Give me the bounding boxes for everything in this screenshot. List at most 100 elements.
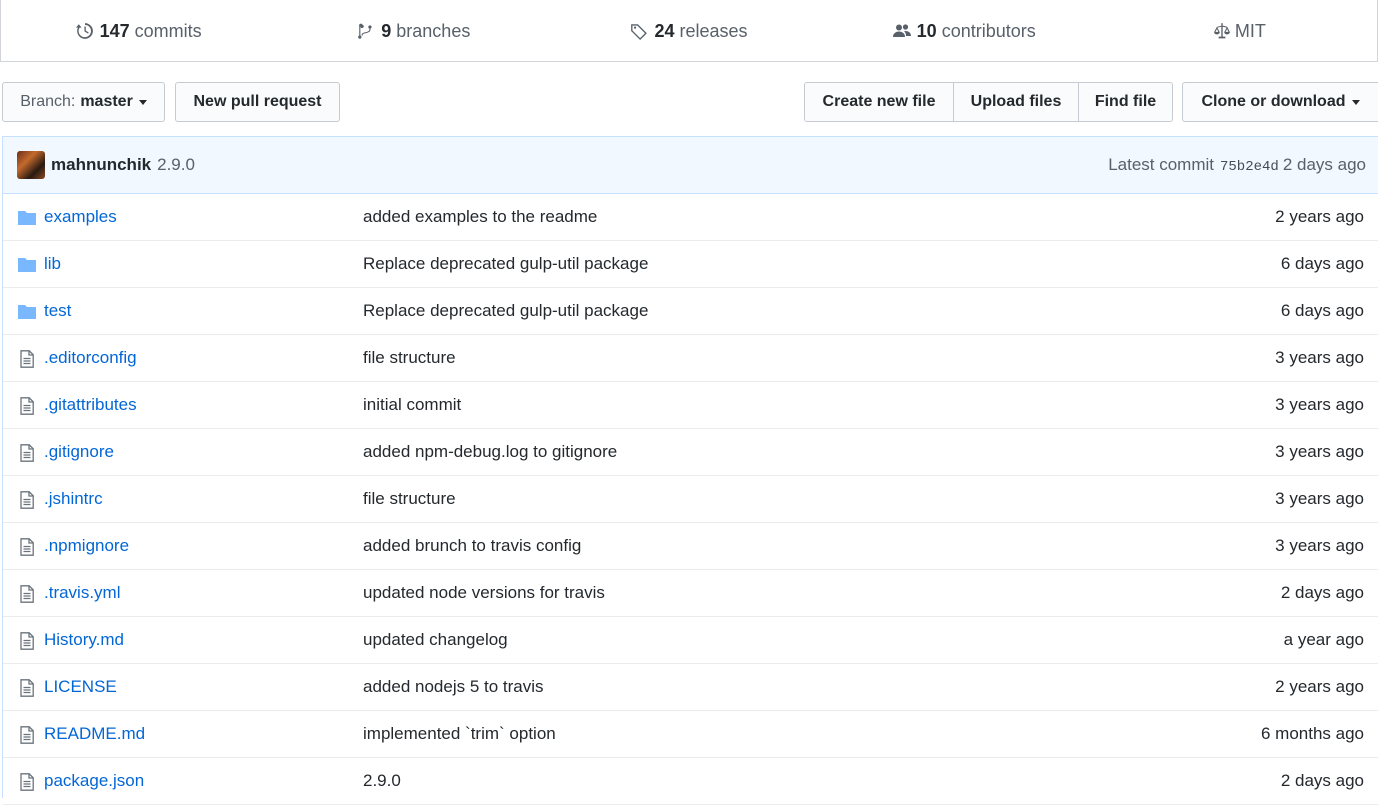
table-row: .gitignore added npm-debug.log to gitigno… [3,429,1378,476]
file-name-link[interactable]: .travis.yml [44,583,121,603]
commit-age: 6 days ago [1280,301,1364,320]
branch-name: master [80,93,133,110]
file-toolbar: Branch: master New pull request Create n… [0,82,1378,124]
branches-link[interactable]: 9 branches [276,0,551,62]
folder-icon [17,302,37,322]
license-link[interactable]: MIT [1102,0,1377,62]
commit-age: 6 months ago [1260,724,1364,743]
contributors-link[interactable]: 10 contributors [827,0,1102,62]
file-name-link[interactable]: .jshintrc [44,489,103,509]
file-table: mahnunchik 2.9.0 Latest commit 75b2e4d 2 d… [2,136,1378,805]
commit-message-link[interactable]: implemented `trim` option [363,724,556,744]
folder-icon [17,255,37,275]
commit-message-link[interactable]: added npm-debug.log to gitignore [363,442,617,462]
tag-icon [631,24,648,40]
releases-count: 24 [654,20,675,41]
find-file-button[interactable]: Find file [1079,83,1172,121]
clone-or-download-button[interactable]: Clone or download [1182,82,1378,122]
file-name-link[interactable]: test [44,301,71,321]
caret-down-icon [1351,99,1360,105]
commit-message[interactable]: 2.9.0 [157,155,195,175]
releases-link[interactable]: 24 releases [551,0,826,62]
file-name-link[interactable]: .editorconfig [44,348,137,368]
table-row: .travis.yml updated node versions for tra… [3,570,1378,617]
contributors-label: contributors [941,20,1036,41]
file-name-link[interactable]: .npmignore [44,536,129,556]
history-icon [75,23,93,39]
commits-link[interactable]: 147 commits [1,0,276,62]
repo-summary-bar: 147 commits 9 branches 24 releases 10 co… [0,0,1378,62]
commit-message-link[interactable]: added nodejs 5 to travis [363,677,544,697]
commit-message-link[interactable]: Replace deprecated gulp-util package [363,301,648,321]
commit-age: 3 years ago [1275,348,1364,367]
people-icon [892,24,911,37]
table-row: History.md updated changelog a year ago [3,617,1378,664]
file-icon [17,772,37,792]
file-name-link[interactable]: .gitignore [44,442,114,462]
commit-message-link[interactable]: added examples to the readme [363,207,597,227]
table-row: .gitattributes initial commit 3 years ago [3,382,1378,429]
branch-prefix: Branch: [20,93,76,110]
table-row: .jshintrc file structure 3 years ago [3,476,1378,523]
commit-message-link[interactable]: updated node versions for travis [363,583,605,603]
file-icon [17,349,37,369]
file-name-link[interactable]: README.md [44,724,145,744]
releases-label: releases [679,20,748,41]
file-name-link[interactable]: .gitattributes [44,395,137,415]
commit-age: a year ago [1283,630,1364,649]
file-list: examples added examples to the readme 2 ye… [3,194,1378,805]
file-icon [17,725,37,745]
file-name-link[interactable]: LICENSE [44,677,117,697]
latest-commit-age: 2 days ago [1282,155,1366,174]
git-branch-icon [358,23,372,39]
branch-select-button[interactable]: Branch: master [2,82,165,122]
new-pull-request-button[interactable]: New pull request [175,82,340,122]
table-row: test Replace deprecated gulp-util package… [3,288,1378,335]
commit-message-link[interactable]: added brunch to travis config [363,536,581,556]
file-actions-group: Create new file Upload files Find file [804,82,1173,122]
commit-age: 2 days ago [1280,583,1364,602]
commit-age: 2 days ago [1280,771,1364,790]
contributors-count: 10 [916,20,937,41]
latest-commit-prefix: Latest commit [1108,155,1214,174]
commit-message-link[interactable]: file structure [363,489,456,509]
create-new-file-button[interactable]: Create new file [805,83,954,121]
commit-age: 3 years ago [1275,536,1364,555]
file-icon [17,537,37,557]
table-row: README.md implemented `trim` option 6 mont… [3,711,1378,758]
table-row: examples added examples to the readme 2 ye… [3,194,1378,241]
law-icon [1214,23,1230,39]
file-icon [17,678,37,698]
file-icon [17,631,37,651]
table-row: .editorconfig file structure 3 years ago [3,335,1378,382]
file-name-link[interactable]: History.md [44,630,124,650]
commit-message-link[interactable]: file structure [363,348,456,368]
file-name-link[interactable]: package.json [44,771,144,791]
table-row: lib Replace deprecated gulp-util package 6… [3,241,1378,288]
file-icon [17,490,37,510]
file-name-link[interactable]: examples [44,207,117,227]
table-row: LICENSE added nodejs 5 to travis 2 years a… [3,664,1378,711]
commit-author[interactable]: mahnunchik [51,155,151,175]
license-label: MIT [1234,20,1266,41]
commit-age: 2 years ago [1275,207,1364,226]
commit-sha[interactable]: 75b2e4d [1220,159,1279,175]
folder-icon [17,208,37,228]
commit-age: 6 days ago [1280,254,1364,273]
commit-age: 3 years ago [1275,442,1364,461]
upload-files-button[interactable]: Upload files [954,83,1079,121]
commit-age: 2 years ago [1275,677,1364,696]
file-name-link[interactable]: lib [44,254,61,274]
branches-count: 9 [381,20,392,41]
commit-message-link[interactable]: initial commit [363,395,461,415]
commit-message-link[interactable]: updated changelog [363,630,508,650]
commit-age: 3 years ago [1275,489,1364,508]
table-row: .npmignore added brunch to travis config 3… [3,523,1378,570]
caret-down-icon [138,99,147,105]
file-icon [17,396,37,416]
latest-commit-bar: mahnunchik 2.9.0 Latest commit 75b2e4d 2 d… [3,137,1378,194]
commit-message-link[interactable]: Replace deprecated gulp-util package [363,254,648,274]
avatar[interactable] [17,151,45,179]
file-icon [17,443,37,463]
commit-message-link[interactable]: 2.9.0 [363,771,401,791]
